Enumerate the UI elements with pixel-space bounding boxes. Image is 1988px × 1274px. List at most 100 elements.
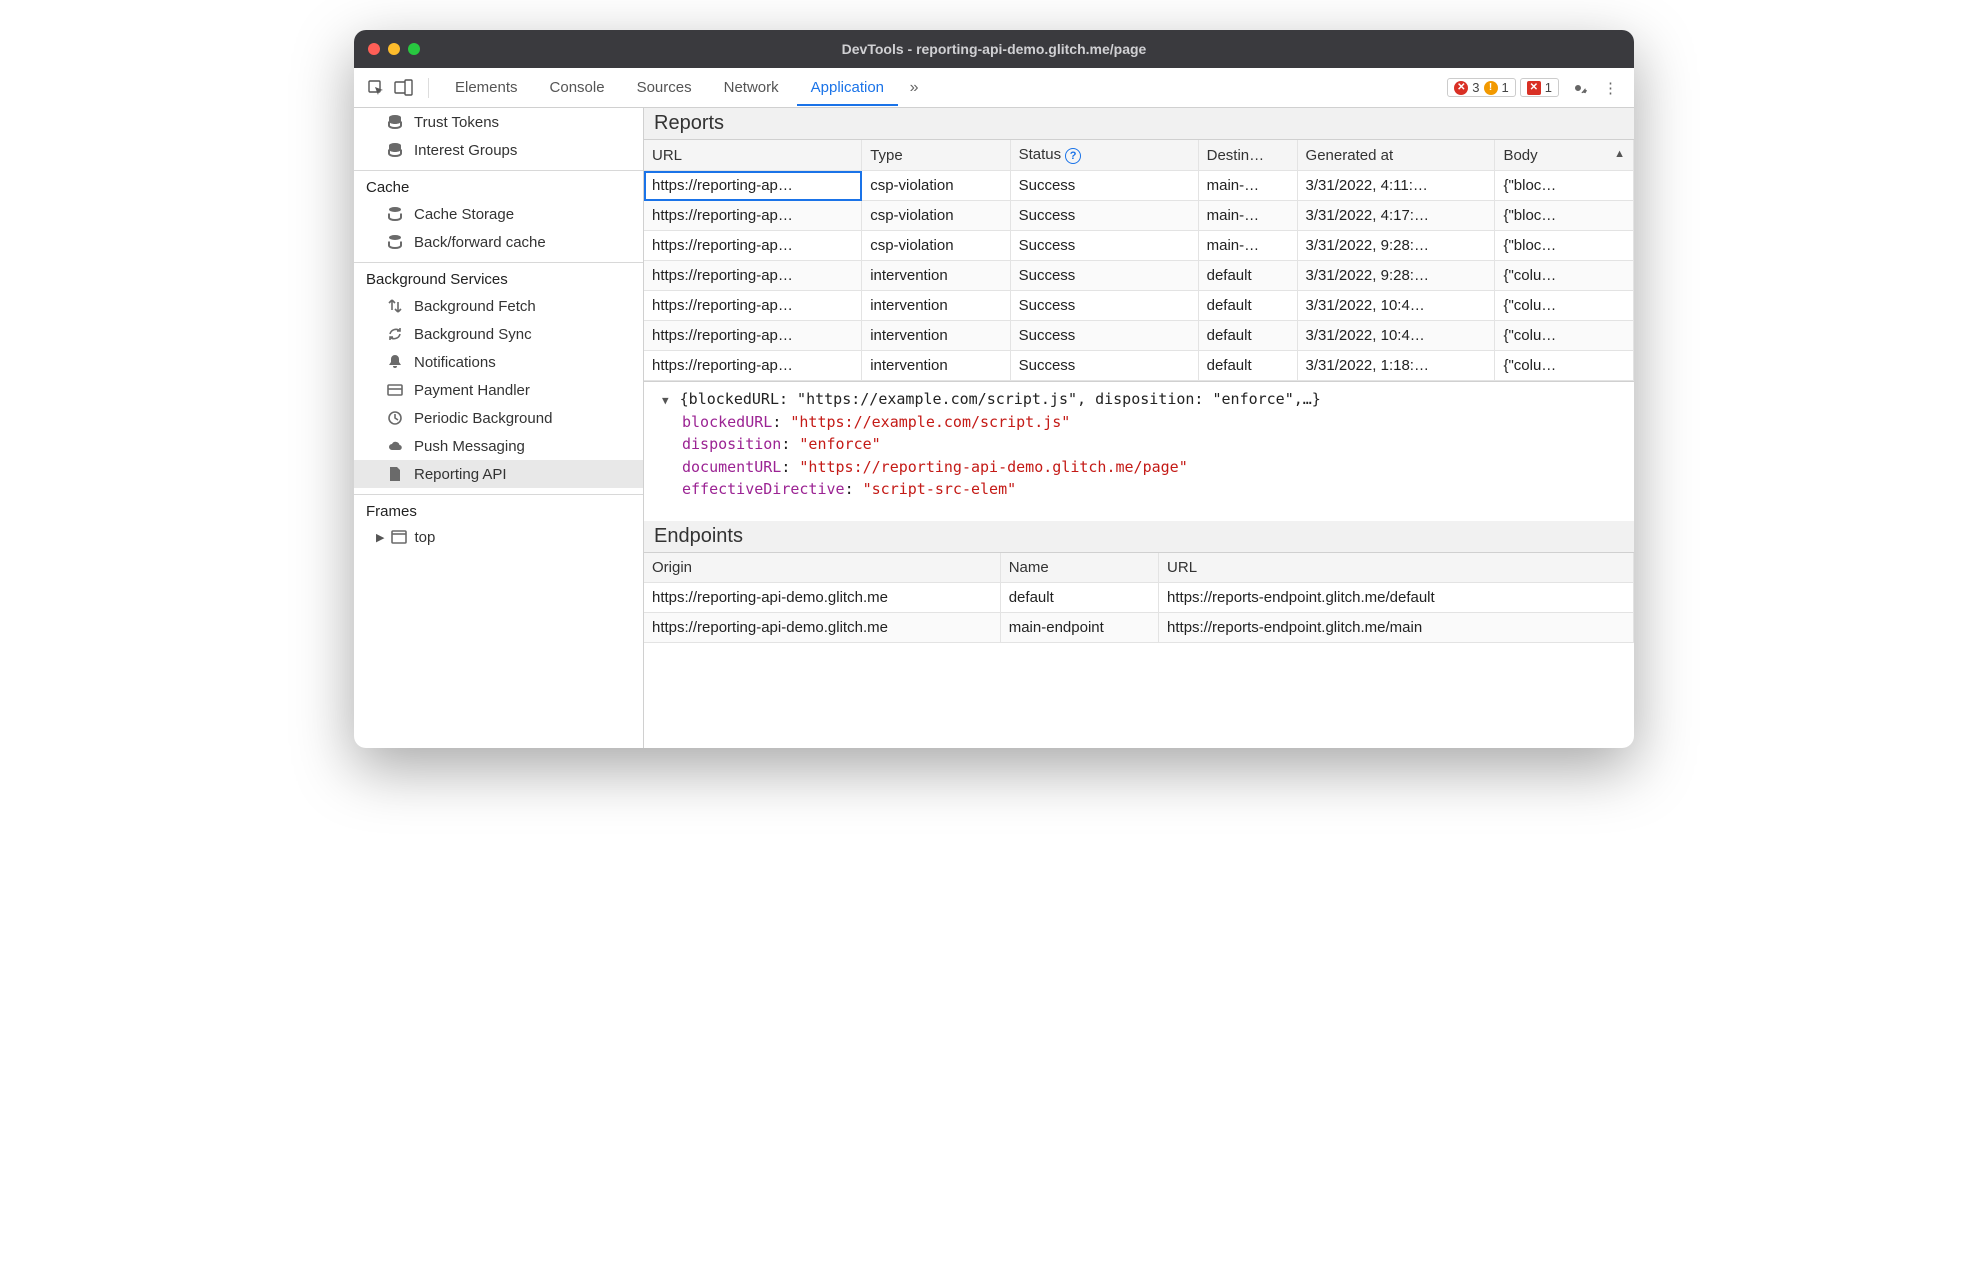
sidebar-item-cache-storage[interactable]: Cache Storage [354, 200, 643, 228]
bell-icon [386, 353, 404, 371]
content-pane: Reports URL Type Status? Destin… Generat… [644, 108, 1634, 748]
json-property[interactable]: blockedURL: "https://example.com/script.… [654, 411, 1624, 434]
reports-header-row: URL Type Status? Destin… Generated at Bo… [644, 140, 1634, 171]
warning-icon: ! [1484, 81, 1498, 95]
table-cell: Success [1010, 261, 1198, 291]
col-body[interactable]: Body▲ [1495, 140, 1634, 171]
endpoints-header-row: Origin Name URL [644, 553, 1634, 583]
table-cell: https://reports-endpoint.glitch.me/defau… [1159, 583, 1634, 613]
table-cell: Success [1010, 201, 1198, 231]
sidebar-group-bg-services[interactable]: Background Services [354, 262, 643, 292]
settings-icon[interactable] [1563, 79, 1593, 97]
device-toolbar-icon[interactable] [392, 76, 416, 100]
sidebar-item-reporting-api[interactable]: Reporting API [354, 460, 643, 488]
more-tabs-icon[interactable]: » [902, 76, 926, 100]
database-icon [386, 113, 404, 131]
sidebar-item-label: Trust Tokens [414, 114, 499, 131]
table-cell: csp-violation [862, 201, 1010, 231]
json-property[interactable]: documentURL: "https://reporting-api-demo… [654, 456, 1624, 479]
sidebar-item-background-fetch[interactable]: Background Fetch [354, 292, 643, 320]
table-cell: main-… [1198, 171, 1297, 201]
col-status[interactable]: Status? [1010, 140, 1198, 171]
col-generated-at[interactable]: Generated at [1297, 140, 1495, 171]
table-cell: https://reporting-ap… [644, 231, 862, 261]
table-row[interactable]: https://reporting-ap…interventionSuccess… [644, 321, 1634, 351]
col-origin[interactable]: Origin [644, 553, 1000, 583]
sidebar-item-label: Back/forward cache [414, 234, 546, 251]
sidebar-item-label: Background Fetch [414, 298, 536, 315]
sidebar-item-label: Periodic Background [414, 410, 552, 427]
table-row[interactable]: https://reporting-api-demo.glitch.medefa… [644, 583, 1634, 613]
table-cell: 3/31/2022, 4:11:… [1297, 171, 1495, 201]
table-cell: intervention [862, 261, 1010, 291]
table-row[interactable]: https://reporting-ap…csp-violationSucces… [644, 201, 1634, 231]
sidebar-item-notifications[interactable]: Notifications [354, 348, 643, 376]
table-row[interactable]: https://reporting-api-demo.glitch.memain… [644, 613, 1634, 643]
sidebar-item-label: Reporting API [414, 466, 507, 483]
devtools-toolbar: Elements Console Sources Network Applica… [354, 68, 1634, 108]
inspect-element-icon[interactable] [364, 76, 388, 100]
table-cell: Success [1010, 291, 1198, 321]
database-icon [386, 205, 404, 223]
col-type[interactable]: Type [862, 140, 1010, 171]
help-icon[interactable]: ? [1065, 148, 1081, 164]
table-row[interactable]: https://reporting-ap…interventionSuccess… [644, 261, 1634, 291]
col-name[interactable]: Name [1000, 553, 1158, 583]
sidebar-item-payment-handler[interactable]: Payment Handler [354, 376, 643, 404]
col-destination[interactable]: Destin… [1198, 140, 1297, 171]
credit-card-icon [386, 381, 404, 399]
document-icon [386, 465, 404, 483]
table-cell: intervention [862, 351, 1010, 381]
report-detail-json[interactable]: ▼ {blockedURL: "https://example.com/scri… [644, 381, 1634, 521]
json-property[interactable]: effectiveDirective: "script-src-elem" [654, 478, 1624, 501]
issues-badge[interactable]: ✕ 1 [1520, 78, 1559, 97]
table-cell: 3/31/2022, 10:4… [1297, 291, 1495, 321]
table-cell: {"bloc… [1495, 231, 1634, 261]
table-cell: {"bloc… [1495, 201, 1634, 231]
sidebar-item-periodic-bg[interactable]: Periodic Background [354, 404, 643, 432]
database-icon [386, 233, 404, 251]
reports-section-title: Reports [644, 108, 1634, 140]
sidebar-item-label: Cache Storage [414, 206, 514, 223]
tab-application[interactable]: Application [797, 70, 898, 106]
sidebar-item-interest-groups[interactable]: Interest Groups [354, 136, 643, 164]
sidebar-group-frames[interactable]: Frames [354, 494, 643, 524]
table-cell: Success [1010, 351, 1198, 381]
kebab-menu-icon[interactable]: ⋮ [1597, 79, 1624, 97]
window-title: DevTools - reporting-api-demo.glitch.me/… [354, 41, 1634, 57]
sidebar-item-background-sync[interactable]: Background Sync [354, 320, 643, 348]
sidebar-item-push-messaging[interactable]: Push Messaging [354, 432, 643, 460]
sidebar-item-label: Background Sync [414, 326, 532, 343]
disclosure-triangle-icon[interactable]: ▼ [662, 394, 669, 407]
console-errors-badge[interactable]: ✕ 3 ! 1 [1447, 78, 1515, 97]
table-cell: csp-violation [862, 231, 1010, 261]
disclosure-triangle-icon[interactable]: ▶ [376, 531, 384, 544]
sidebar-item-frame-top[interactable]: ▶ top [354, 524, 643, 550]
table-row[interactable]: https://reporting-ap…interventionSuccess… [644, 291, 1634, 321]
tab-elements[interactable]: Elements [441, 70, 532, 106]
issue-icon: ✕ [1527, 81, 1541, 95]
table-cell: https://reporting-ap… [644, 351, 862, 381]
sidebar-group-cache[interactable]: Cache [354, 170, 643, 200]
table-cell: https://reporting-ap… [644, 321, 862, 351]
sidebar-item-label: top [414, 529, 435, 546]
table-row[interactable]: https://reporting-ap…csp-violationSucces… [644, 231, 1634, 261]
tab-console[interactable]: Console [536, 70, 619, 106]
table-cell: default [1198, 261, 1297, 291]
table-row[interactable]: https://reporting-ap…interventionSuccess… [644, 351, 1634, 381]
col-endpoint-url[interactable]: URL [1159, 553, 1634, 583]
table-cell: {"colu… [1495, 291, 1634, 321]
sort-ascending-icon: ▲ [1614, 148, 1625, 160]
table-row[interactable]: https://reporting-ap…csp-violationSucces… [644, 171, 1634, 201]
table-cell: {"colu… [1495, 351, 1634, 381]
table-cell: https://reporting-api-demo.glitch.me [644, 583, 1000, 613]
sidebar-item-trust-tokens[interactable]: Trust Tokens [354, 108, 643, 136]
tab-sources[interactable]: Sources [623, 70, 706, 106]
tab-network[interactable]: Network [710, 70, 793, 106]
toolbar-separator [428, 78, 429, 98]
sidebar-item-label: Interest Groups [414, 142, 517, 159]
json-property[interactable]: disposition: "enforce" [654, 433, 1624, 456]
warning-count: 1 [1502, 80, 1509, 95]
sidebar-item-bf-cache[interactable]: Back/forward cache [354, 228, 643, 256]
col-url[interactable]: URL [644, 140, 862, 171]
